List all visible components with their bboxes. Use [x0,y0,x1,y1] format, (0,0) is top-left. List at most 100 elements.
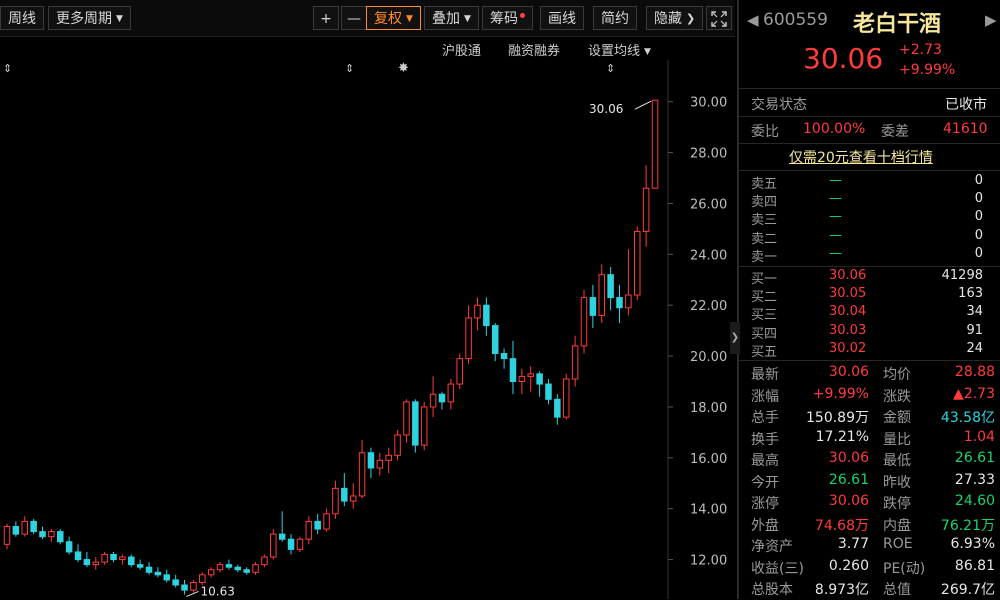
chips-button[interactable]: 筹码 [482,6,533,30]
bid-row[interactable]: 买五 30.02 24 [751,341,991,360]
caret-down-icon: ▼ [116,14,123,24]
quote-label: 净资产 [751,539,793,555]
weekly-button[interactable]: 周线 [0,6,44,30]
quote-row: 涨幅 +9.99% 涨跌 ▲2.73 [751,386,999,407]
candle-body [145,566,153,573]
ask-row[interactable]: 卖二 — 0 [751,228,991,247]
collapse-panel-icon[interactable]: ❯ [730,322,740,354]
quote-label: 最新 [751,367,779,383]
candle-body [580,297,588,347]
ask-row[interactable]: 卖四 — 0 [751,191,991,210]
restore-rights-label: 复权 [374,11,402,27]
bid-row[interactable]: 买三 30.04 34 [751,304,991,324]
quote-panel: ◀ 600559 老白干酒 ▶ 30.06 +2.73 +9.99% 交易状态 … [737,0,1000,599]
y-tick-label: 28.00 [690,147,727,162]
simple-label: 简约 [601,11,629,27]
wb-label: 委比 [751,124,779,140]
zoom-out-button[interactable]: — [341,6,367,30]
simple-button[interactable]: 简约 [593,6,637,30]
margin-link[interactable]: 融资融券 [508,40,560,59]
book-level-label: 卖二 [751,231,778,247]
quote-row: 换手 17.21% 量比 1.04 [751,429,999,450]
quote-label: 外盘 [751,517,779,534]
quote-value: 24.60 [954,493,995,509]
candlestick-chart[interactable]: 30.00 28.00 26.00 24.00 22.00 20.00 18.00 16.00… [0,60,735,599]
book-level-label: 买五 [751,344,778,360]
bid-row[interactable]: 买二 30.05 163 [751,286,991,305]
low-pointer [186,590,199,597]
hsgt-link[interactable]: 沪股通 [442,40,481,59]
ask-row[interactable]: 卖三 — 0 [751,209,991,228]
candle-body [438,393,446,403]
ask-row[interactable]: 卖五 — 0 [751,173,991,192]
quote-value: 86.81 [954,557,995,574]
book-level-label: 买四 [751,326,778,342]
quote-row: 总股本 8.973亿 总值 269.7亿 [751,579,999,600]
draw-line-button[interactable]: 画线 [540,6,584,30]
bid-row[interactable]: 买四 30.03 91 [751,323,991,342]
candle-body [39,531,46,538]
candle-body [483,304,490,327]
quote-label: 涨跌 [883,388,911,405]
hide-button[interactable]: 隐藏 ❯ [646,6,704,30]
quote-value: 28.88 [954,364,995,380]
candle-body [394,434,401,456]
y-axis: 30.00 28.00 26.00 24.00 22.00 20.00 18.00 16.00… [668,96,727,569]
chips-label: 筹码 [490,11,518,27]
y-tick-label: 24.00 [690,248,727,263]
stock-code: 600559 [763,10,828,30]
high-pointer [634,100,652,110]
quote-row: 收益(三) 0.260 PE(动) 86.81 [751,558,999,579]
quote-label: 最低 [883,453,911,469]
prev-stock-icon[interactable]: ◀ [747,11,759,29]
high-price-label: 30.06 [589,102,623,116]
overlay-dropdown[interactable]: 叠加 ▼ [424,6,479,30]
quote-label: 总手 [751,410,779,426]
book-volume: 163 [958,286,983,302]
draw-line-label: 画线 [548,11,576,27]
candle-body [136,564,144,568]
quote-row: 净资产 3.77 ROE 6.93% [751,536,999,557]
candle-body [651,99,659,189]
book-volume: 0 [974,191,983,207]
chart-toolbar: 周线 更多周期 ▼ + — 复权 ▼ 叠加 ▼ 筹码 画线 简约 隐藏 ❯ [0,0,735,37]
quote-label: PE(动) [883,560,926,577]
quote-value: ▲2.73 [953,385,995,402]
more-periods-dropdown[interactable]: 更多周期 ▼ [48,6,131,30]
candle-body [429,393,437,408]
promo-link[interactable]: 仅需20元查看十档行情 [789,147,933,167]
candle-body [172,579,179,586]
book-level-label: 买三 [751,308,778,324]
quote-value: 6.93% [950,536,995,552]
next-stock-icon[interactable]: ▶ [985,11,997,29]
status-value: 已收市 [945,97,987,113]
candle-body [625,294,632,309]
quote-label: 总值 [883,582,911,598]
zoom-in-button[interactable]: + [313,6,339,30]
extreme-labels: 30.06 10.63 [186,100,652,598]
bid-row[interactable]: 买一 30.06 41298 [751,268,991,287]
quote-value: 8.973亿 [814,582,869,598]
current-price: 30.06 [803,42,884,75]
candle-body [527,373,534,377]
quote-value: 74.68万 [814,517,869,534]
quote-label: 今开 [751,474,779,491]
expand-button[interactable] [706,6,732,30]
caret-down-icon: ▼ [406,14,413,24]
quote-label: 涨幅 [751,388,779,405]
y-tick-label: 20.00 [690,350,727,365]
restore-rights-dropdown[interactable]: 复权 ▼ [366,6,421,30]
book-price: — [829,209,842,225]
quote-value: 17.21% [815,428,869,445]
set-ma-dropdown[interactable]: 设置均线 ▼ [588,40,651,59]
candle-body [420,406,428,446]
candle-body [403,401,410,436]
candle-body [287,538,295,550]
overlay-label: 叠加 [432,11,460,27]
y-tick-label: 14.00 [690,503,727,518]
stock-name: 老白干酒 [853,12,942,37]
ask-row[interactable]: 卖一 — 0 [751,246,991,265]
candle-body [252,564,259,573]
quote-value: 3.77 [837,536,869,552]
candle-body [190,581,197,591]
